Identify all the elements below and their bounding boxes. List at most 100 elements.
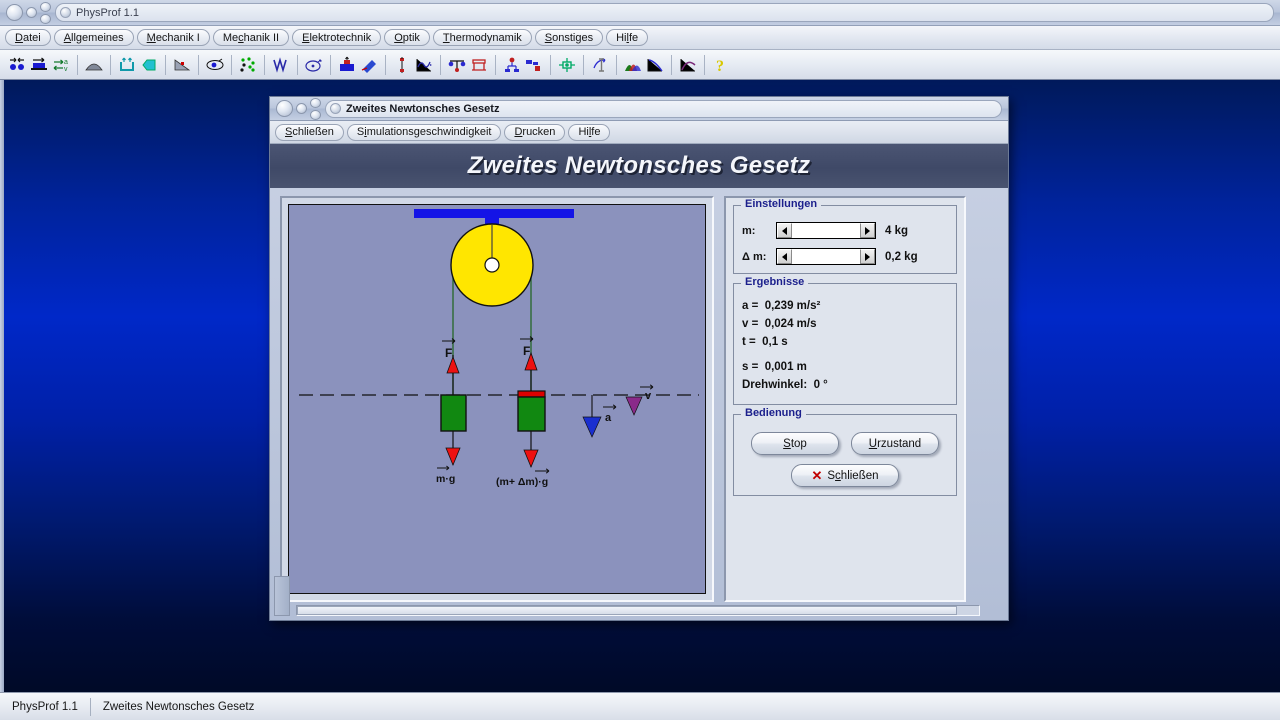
damped-curve-icon[interactable] (413, 54, 435, 76)
acceleration-velocity-icon[interactable]: a v (50, 54, 72, 76)
dialog-menu-schliessen[interactable]: Schließen (275, 123, 344, 141)
mass-label: m: (742, 224, 756, 237)
force-label-left: F (445, 346, 452, 360)
stop-button[interactable]: Stop (751, 432, 839, 455)
reset-button[interactable]: Urzustand (851, 432, 939, 455)
delta-mass-value: 0,2 kg (885, 250, 918, 263)
atwood-machine-simulation[interactable]: F m·g F (m+ Δm)·g a v (288, 204, 706, 594)
menu-item-mechanik-2[interactable]: Me c hanik II (212, 29, 290, 46)
balance-scale-icon[interactable] (446, 54, 468, 76)
control-panel: Einstellungen m: 4 kg Δ m: 0,2 kg Ergebn… (724, 196, 966, 602)
menu-item-hilfe[interactable]: Hi l fe (606, 29, 649, 46)
circular-motion-icon[interactable] (303, 54, 325, 76)
dialog-close-button[interactable] (276, 100, 293, 117)
pendulum-eye-icon[interactable] (204, 54, 226, 76)
container-arrows-icon[interactable] (116, 54, 138, 76)
zoom-button-stack[interactable] (40, 1, 51, 24)
delta-mass-slider[interactable] (776, 248, 876, 265)
menu-item-elektrotechnik[interactable]: Elektrotechnik (292, 29, 382, 46)
mass-block-right (517, 396, 546, 432)
close-button[interactable] (6, 4, 23, 21)
dialog-scrollbar-thumb[interactable] (297, 606, 957, 615)
main-window-title-field: PhysProf 1.1 (55, 3, 1274, 22)
menu-item-thermodynamik[interactable]: Thermodynamik (432, 29, 532, 46)
app-icon (60, 7, 71, 18)
arrow-block-icon[interactable] (138, 54, 160, 76)
close-dialog-button[interactable]: ✕ Schließen (791, 464, 899, 487)
controls-button-row: Stop Urzustand (742, 432, 948, 455)
delta-mass-label: Δ m: (742, 250, 767, 263)
block-on-surface-icon[interactable] (28, 54, 50, 76)
menu-item-mechanik-1[interactable]: Mechanik I (136, 29, 210, 46)
result-rotation-angle: Drehwinkel: 0 ° (742, 379, 828, 391)
dialog-window-controls[interactable] (270, 97, 321, 120)
acceleration-arrow (582, 416, 602, 438)
spring-oscillation-icon[interactable] (391, 54, 413, 76)
dialog-horizontal-scrollbar[interactable] (296, 605, 980, 616)
particle-scatter-icon[interactable] (237, 54, 259, 76)
minimize-button[interactable] (26, 7, 37, 18)
menu-item-sonstiges[interactable]: Sonstiges (534, 29, 604, 46)
bridge-load-icon[interactable] (468, 54, 490, 76)
help-icon[interactable]: ? (710, 54, 732, 76)
dialog-icon (330, 103, 341, 114)
toolbar-separator (110, 54, 111, 75)
dialog-menubar[interactable]: Schließen Si mulationsgeschwindigkeit Dru… (270, 121, 1008, 144)
dialog-menu-hilfe[interactable]: Hi l fe (568, 123, 611, 141)
result-distance: s = 0,001 m (742, 361, 807, 373)
dialog-zoom-button[interactable] (310, 97, 321, 108)
dialog-body: F m·g F (m+ Δm)·g a v Einstellungen m: 4… (270, 188, 1008, 620)
restore-button[interactable] (40, 13, 51, 24)
gear-transmission-icon[interactable] (556, 54, 578, 76)
dialog-restore-button[interactable] (310, 109, 321, 120)
menu-item-allgemeines[interactable]: Allgemeines (53, 29, 134, 46)
toolbar-separator (198, 54, 199, 75)
acceleration-label: a (605, 412, 612, 424)
dialog-menu-simulationsgeschwindigkeit[interactable]: Si mulationsgeschwindigkeit (346, 123, 502, 141)
torsion-icon[interactable] (589, 54, 611, 76)
mass-slider[interactable] (776, 222, 876, 239)
peak-curve-icon[interactable] (677, 54, 699, 76)
gauss-distribution-icon[interactable] (622, 54, 644, 76)
controls-legend: Bedienung (741, 407, 806, 419)
svg-text:v: v (64, 66, 68, 73)
statusbar-context: Zweites Newtonsches Gesetz (102, 700, 255, 713)
statusbar-app-name: PhysProf 1.1 (12, 700, 78, 713)
zoom-button[interactable] (40, 1, 51, 12)
dialog-menu-drucken[interactable]: Drucken (504, 123, 566, 141)
lever-blocks-icon[interactable] (523, 54, 545, 76)
main-application-window: PhysProf 1.1 Datei Allgemeines Mechanik … (0, 0, 1280, 80)
two-bodies-collision-icon[interactable] (6, 54, 28, 76)
main-menubar[interactable]: Datei Allgemeines Mechanik I Me c hanik II… (0, 26, 1280, 50)
mass-slider-left-arrow[interactable] (777, 223, 792, 238)
prism-refraction-icon[interactable] (358, 54, 380, 76)
menu-item-optik[interactable]: Optik (384, 29, 430, 46)
controls-groupbox: Bedienung Stop Urzustand ✕ Schließen (733, 407, 957, 496)
waveform-icon[interactable] (270, 54, 292, 76)
mass-slider-right-arrow[interactable] (860, 223, 875, 238)
dialog-resize-grip[interactable] (274, 576, 290, 616)
dialog-zoom-button-stack[interactable] (310, 97, 321, 120)
window-controls[interactable] (0, 0, 51, 25)
pulley-system-icon[interactable] (501, 54, 523, 76)
curve-hill-icon[interactable] (83, 54, 105, 76)
toolbar-separator (704, 54, 705, 75)
main-toolbar[interactable]: a v ? (0, 50, 1280, 79)
inclined-plane-icon[interactable] (171, 54, 193, 76)
settings-groupbox: Einstellungen m: 4 kg Δ m: 0,2 kg (733, 198, 957, 274)
delta-mass-slider-right-arrow[interactable] (860, 249, 875, 264)
delta-mass-slider-left-arrow[interactable] (777, 249, 792, 264)
force-label-right: F (523, 344, 530, 358)
dialog-minimize-button[interactable] (296, 103, 307, 114)
mass-value: 4 kg (885, 224, 909, 237)
weight-arrow-right (523, 449, 539, 469)
decay-curve-icon[interactable] (644, 54, 666, 76)
menu-item-datei[interactable]: Datei (5, 29, 51, 46)
weight-arrow-left (445, 447, 461, 467)
main-titlebar: PhysProf 1.1 (0, 0, 1280, 26)
setting-row-delta-mass: Δ m: 0,2 kg (742, 248, 948, 265)
weight-label-left: m·g (436, 473, 455, 485)
newton-second-law-dialog: Zweites Newtonsches Gesetz Schließen Sim… (269, 96, 1009, 621)
results-spacer (742, 354, 948, 361)
buoyancy-icon[interactable] (336, 54, 358, 76)
